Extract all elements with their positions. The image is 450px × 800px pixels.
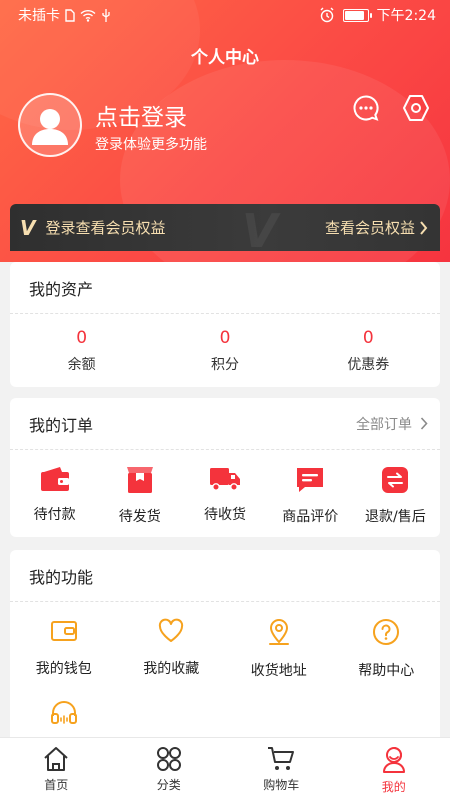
- user-icon: [32, 109, 68, 145]
- orders-title: 我的订单: [29, 415, 94, 435]
- feature-label: 帮助中心: [358, 663, 415, 679]
- login-title[interactable]: 点击登录: [95, 98, 187, 132]
- asset-value: 0: [362, 327, 374, 348]
- features-card: 我的功能 我的钱包 我的收藏 收货地址 帮助中心: [10, 550, 440, 750]
- settings-button[interactable]: [401, 93, 431, 123]
- tab-profile[interactable]: 我的: [338, 738, 450, 800]
- login-subtitle: 登录体验更多功能: [95, 137, 207, 153]
- profile-icon: [382, 747, 405, 773]
- asset-balance[interactable]: 0 余额: [10, 314, 153, 387]
- asset-label: 余额: [67, 356, 96, 373]
- settings-icon: [403, 95, 429, 121]
- feature-label: 我的收藏: [143, 661, 200, 677]
- profile-header: 未插卡 下午2:24 个人中心 点击登录 登录体验更多功能 V V 登录查看会员…: [0, 0, 450, 262]
- tab-label: 我的: [381, 780, 406, 794]
- tab-label: 分类: [156, 778, 181, 792]
- asset-points[interactable]: 0 积分: [153, 314, 296, 387]
- asset-value: 0: [219, 327, 231, 348]
- assets-header: 我的资产: [10, 262, 440, 314]
- order-pending-shipment[interactable]: 待发货: [97, 450, 182, 537]
- refund-icon: [382, 467, 409, 493]
- vip-link[interactable]: 查看会员权益: [325, 217, 428, 238]
- category-icon: [156, 747, 181, 771]
- order-pending-receipt[interactable]: 待收货: [182, 450, 267, 537]
- vip-link-label: 查看会员权益: [324, 219, 415, 237]
- features-title: 我的功能: [29, 567, 94, 587]
- alarm-icon: [320, 7, 334, 23]
- wallet-outline-icon: [50, 621, 77, 641]
- home-icon: [44, 747, 68, 771]
- order-refund[interactable]: 退款/售后: [353, 450, 438, 537]
- tab-home[interactable]: 首页: [0, 738, 113, 800]
- asset-coupons[interactable]: 0 优惠券: [297, 314, 440, 387]
- comment-icon: [297, 468, 324, 492]
- battery-icon: [342, 8, 372, 22]
- avatar[interactable]: [18, 93, 82, 157]
- asset-label: 优惠券: [347, 356, 390, 373]
- message-icon: [353, 95, 379, 121]
- tab-cart[interactable]: 购物车: [225, 738, 338, 800]
- message-button[interactable]: [351, 93, 381, 123]
- orders-header: 我的订单 全部订单: [10, 398, 440, 450]
- vip-banner[interactable]: V V 登录查看会员权益 查看会员权益: [10, 204, 440, 251]
- order-pending-payment[interactable]: 待付款: [12, 450, 97, 537]
- truck-icon: [210, 468, 240, 491]
- order-label: 商品评价: [282, 509, 339, 525]
- vip-watermark: V: [242, 204, 278, 251]
- all-orders-link[interactable]: 全部订单: [356, 414, 428, 434]
- help-icon: [373, 619, 400, 645]
- bottom-tab-bar: 首页 分类 购物车 我的: [0, 737, 450, 800]
- heart-icon: [159, 618, 184, 642]
- orders-card: 我的订单 全部订单 待付款 待发货 待收货 商品评价 退款/售后: [10, 398, 440, 537]
- package-icon: [126, 467, 153, 493]
- cart-icon: [268, 747, 295, 770]
- feature-wallet[interactable]: 我的钱包: [10, 602, 118, 684]
- clock-text: 下午2:24: [376, 8, 436, 24]
- tab-label: 首页: [44, 778, 69, 792]
- feature-help[interactable]: 帮助中心: [333, 602, 441, 684]
- wallet-icon: [40, 467, 69, 491]
- tab-category[interactable]: 分类: [113, 738, 226, 800]
- sim-icon: [65, 8, 75, 22]
- feature-address[interactable]: 收货地址: [225, 602, 333, 684]
- order-label: 待收货: [204, 507, 246, 523]
- carrier-text: 未插卡: [18, 8, 60, 24]
- vip-label: 登录查看会员权益: [45, 219, 166, 237]
- vip-logo: V: [20, 215, 36, 240]
- tab-label: 购物车: [263, 778, 300, 792]
- features-header: 我的功能: [10, 550, 440, 602]
- wifi-icon: [80, 9, 96, 22]
- assets-card: 我的资产 0 余额 0 积分 0 优惠券: [10, 262, 440, 387]
- headset-icon: [50, 701, 77, 724]
- status-bar: 未插卡 下午2:24: [0, 0, 450, 30]
- order-review[interactable]: 商品评价: [268, 450, 353, 537]
- order-label: 退款/售后: [365, 509, 426, 525]
- order-label: 待发货: [118, 509, 161, 525]
- order-label: 待付款: [33, 507, 76, 523]
- feature-label: 收货地址: [250, 663, 307, 679]
- location-icon: [268, 619, 289, 645]
- chevron-right-icon: [420, 417, 428, 430]
- usb-icon: [102, 8, 110, 22]
- assets-title: 我的资产: [29, 279, 94, 299]
- feature-label: 我的钱包: [35, 661, 92, 677]
- chevron-right-icon: [420, 220, 428, 235]
- feature-favorites[interactable]: 我的收藏: [118, 602, 226, 684]
- all-orders-label: 全部订单: [356, 416, 412, 433]
- asset-label: 积分: [210, 356, 239, 373]
- asset-value: 0: [76, 327, 88, 348]
- page-title: 个人中心: [191, 48, 259, 68]
